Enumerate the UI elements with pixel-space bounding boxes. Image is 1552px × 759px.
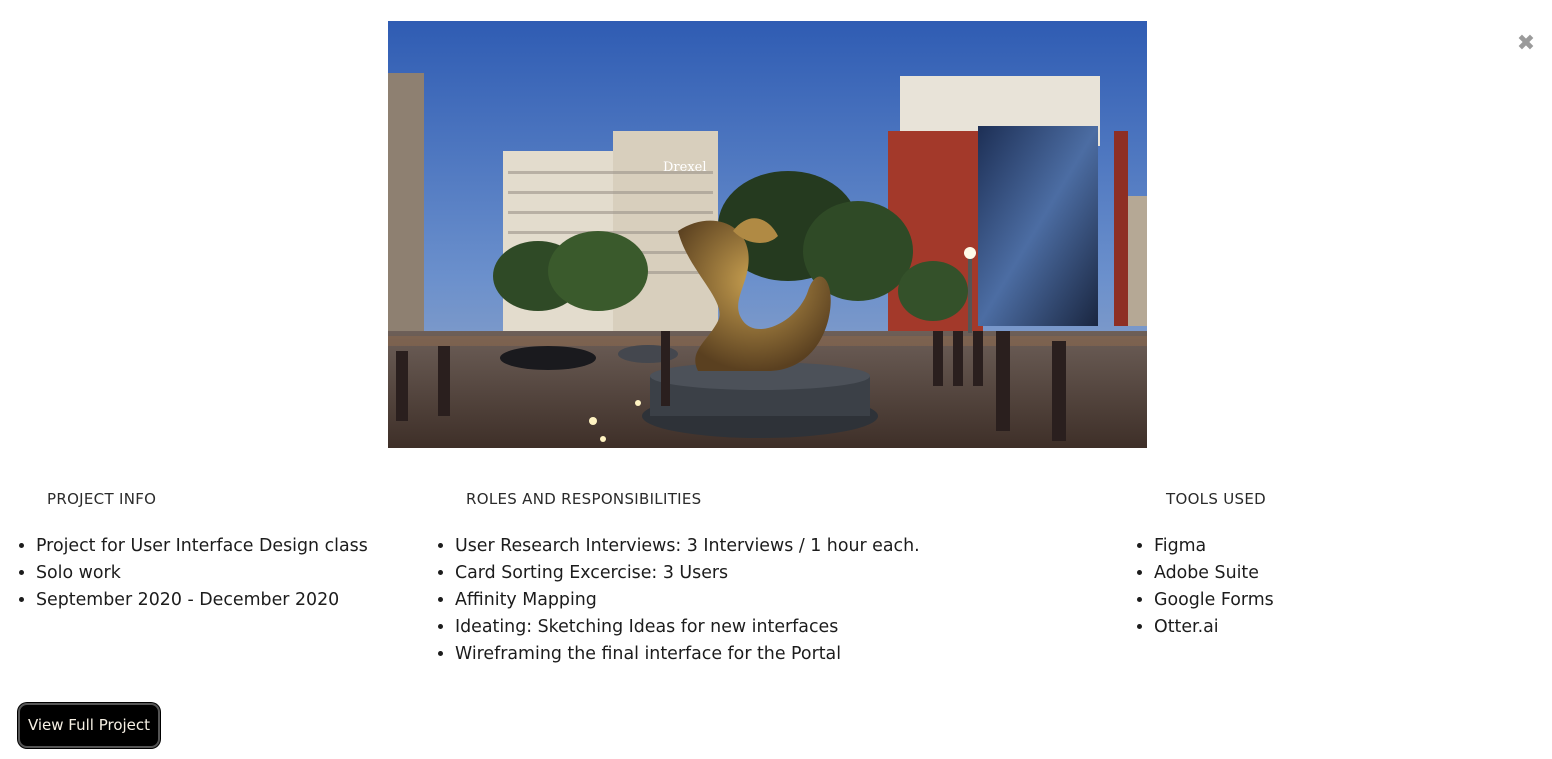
roles-list: User Research Interviews: 3 Interviews /… [437, 533, 920, 668]
list-item: Adobe Suite [1154, 560, 1274, 587]
tools-heading: TOOLS USED [1166, 490, 1266, 508]
list-item: Wireframing the final interface for the … [455, 641, 920, 668]
list-item: Figma [1154, 533, 1274, 560]
list-item: User Research Interviews: 3 Interviews /… [455, 533, 920, 560]
project-info-list: Project for User Interface Design class … [18, 533, 368, 614]
list-item: Card Sorting Excercise: 3 Users [455, 560, 920, 587]
project-hero-image: Drexel [388, 21, 1147, 448]
view-full-project-button[interactable]: View Full Project [18, 703, 160, 748]
list-item: September 2020 - December 2020 [36, 587, 368, 614]
building-sign: Drexel [663, 160, 707, 175]
list-item: Otter.ai [1154, 614, 1274, 641]
list-item: Solo work [36, 560, 368, 587]
roles-heading: ROLES AND RESPONSIBILITIES [466, 490, 702, 508]
list-item: Google Forms [1154, 587, 1274, 614]
close-icon[interactable]: ✖ [1515, 32, 1537, 56]
tools-list: Figma Adobe Suite Google Forms Otter.ai [1136, 533, 1274, 641]
list-item: Affinity Mapping [455, 587, 920, 614]
project-info-heading: PROJECT INFO [47, 490, 157, 508]
list-item: Ideating: Sketching Ideas for new interf… [455, 614, 920, 641]
list-item: Project for User Interface Design class [36, 533, 368, 560]
